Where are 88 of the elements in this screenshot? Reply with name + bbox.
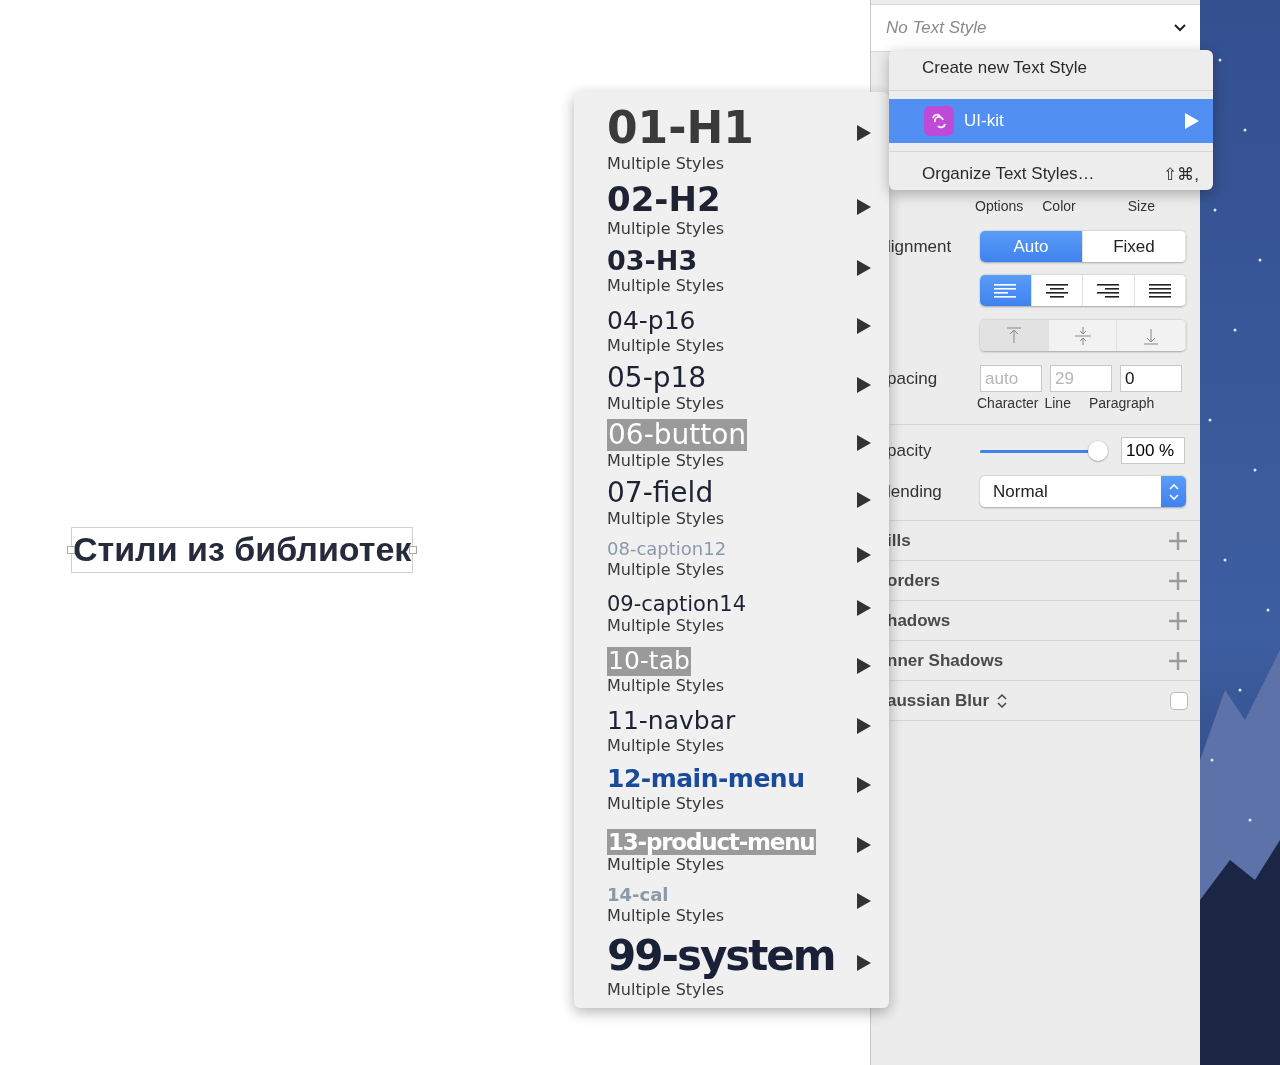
section-title: aussian Blur [887, 690, 990, 711]
blending-select[interactable]: Normal [980, 476, 1186, 507]
text-style-detail: Multiple Styles [607, 154, 726, 174]
option-label: Size [1127, 198, 1155, 216]
submenu-arrow-icon [857, 259, 871, 276]
align-middle-icon [1072, 326, 1093, 345]
text-style-name[interactable]: 03-H3 [607, 244, 698, 276]
submenu-arrow-icon [857, 836, 871, 853]
text-style-detail: Multiple Styles [607, 336, 725, 356]
spacing-caption: Line [1044, 395, 1071, 411]
align-right-icon [1097, 283, 1120, 298]
menu-item[interactable]: Create new Text Style [889, 54, 1213, 82]
text-style-detail: Multiple Styles [607, 736, 726, 756]
section-title: orders [887, 570, 940, 591]
section-title: hadows [887, 610, 951, 631]
submenu-arrow-icon [857, 492, 871, 508]
submenu-arrow-icon [857, 658, 871, 674]
text-align-button[interactable] [1083, 275, 1135, 306]
spacing-caption: Paragraph [1088, 395, 1155, 411]
text-align-control[interactable] [980, 275, 1186, 306]
text-style-detail: Multiple Styles [607, 980, 726, 1000]
submenu-arrow-icon [857, 434, 871, 451]
vertical-align-button[interactable] [980, 320, 1049, 351]
submenu-arrow-icon [857, 198, 871, 215]
submenu-arrow-icon [1185, 113, 1199, 129]
vertical-align-button[interactable] [1048, 320, 1118, 351]
text-style-detail: Multiple Styles [607, 794, 726, 814]
menu-item-label: Organize Text Styles… [922, 164, 1095, 184]
menu-item[interactable]: Organize Text Styles… ⇧⌘, [889, 160, 1213, 188]
alignment-mode-control[interactable]: Auto Fixed [980, 231, 1186, 262]
vertical-align-control[interactable] [980, 320, 1186, 351]
text-style-name[interactable]: 07-field [607, 476, 714, 509]
add-icon[interactable] [1168, 650, 1188, 671]
add-icon[interactable] [1168, 610, 1188, 631]
submenu-arrow-icon [857, 318, 871, 334]
library-icon [924, 106, 954, 136]
text-style-name[interactable]: 02-H2 [607, 179, 721, 219]
library-name: UI-kit [964, 111, 1004, 131]
text-style-detail: Multiple Styles [607, 855, 726, 875]
checkbox[interactable] [1170, 691, 1188, 710]
text-style-name[interactable]: 09-caption14 [607, 591, 746, 616]
add-icon[interactable] [1168, 530, 1188, 551]
text-style-dropdown[interactable]: No Text Style [871, 4, 1200, 52]
text-style-detail: Multiple Styles [607, 394, 725, 414]
alignment-mode-option[interactable]: Fixed [1083, 231, 1186, 262]
option-label: Color [1042, 198, 1076, 216]
spacing-field[interactable]: 0 [1120, 365, 1182, 392]
align-left-icon [994, 283, 1017, 298]
up-down-chevron-icon[interactable] [997, 692, 1008, 709]
text-style-detail: Multiple Styles [607, 676, 725, 696]
submenu-arrow-icon [857, 600, 871, 616]
text-style-name[interactable]: 01-H1 [607, 103, 754, 154]
align-center-icon [1045, 283, 1068, 298]
text-style-name[interactable]: 11-navbar [607, 707, 736, 736]
opacity-slider[interactable] [980, 440, 1108, 461]
slider-thumb[interactable] [1088, 440, 1108, 461]
text-style-detail: Multiple Styles [607, 509, 725, 529]
stepper-icon [1168, 482, 1179, 501]
text-style-detail: Multiple Styles [607, 451, 726, 471]
text-style-detail: Multiple Styles [607, 219, 725, 239]
text-style-detail: Multiple Styles [607, 276, 725, 296]
text-style-detail: Multiple Styles [607, 906, 725, 926]
spacing-field[interactable]: auto [980, 365, 1042, 392]
text-style-name[interactable]: 04-p16 [607, 307, 696, 336]
submenu-arrow-icon [857, 377, 871, 393]
text-align-button[interactable] [1134, 275, 1186, 306]
vertical-align-button[interactable] [1117, 320, 1186, 351]
text-style-name[interactable]: 05-p18 [607, 361, 707, 394]
submenu-arrow-icon [857, 125, 871, 141]
submenu-arrow-icon [857, 777, 871, 793]
text-align-button[interactable] [1031, 275, 1083, 306]
option-label: Options [975, 198, 1024, 216]
submenu-arrow-icon [857, 546, 871, 563]
chevron-down-icon [1174, 24, 1186, 32]
add-icon[interactable] [1168, 570, 1188, 591]
shortcut-label: ⇧⌘, [1163, 163, 1199, 185]
menu-item-label: Create new Text Style [922, 58, 1088, 78]
submenu-arrow-icon [857, 955, 871, 971]
submenu-arrow-icon [857, 718, 871, 734]
text-style-name[interactable]: 12-main-menu [607, 765, 805, 794]
submenu-arrow-icon [857, 892, 871, 909]
text-style-detail: Multiple Styles [607, 616, 726, 636]
spacing-caption: Character [977, 395, 1039, 411]
opacity-field[interactable]: 100 % [1121, 437, 1185, 464]
text-style-name[interactable]: 99-system [607, 931, 835, 980]
align-justify-icon [1148, 283, 1171, 298]
spacing-field[interactable]: 29 [1050, 365, 1112, 392]
text-style-detail: Multiple Styles [607, 560, 726, 580]
